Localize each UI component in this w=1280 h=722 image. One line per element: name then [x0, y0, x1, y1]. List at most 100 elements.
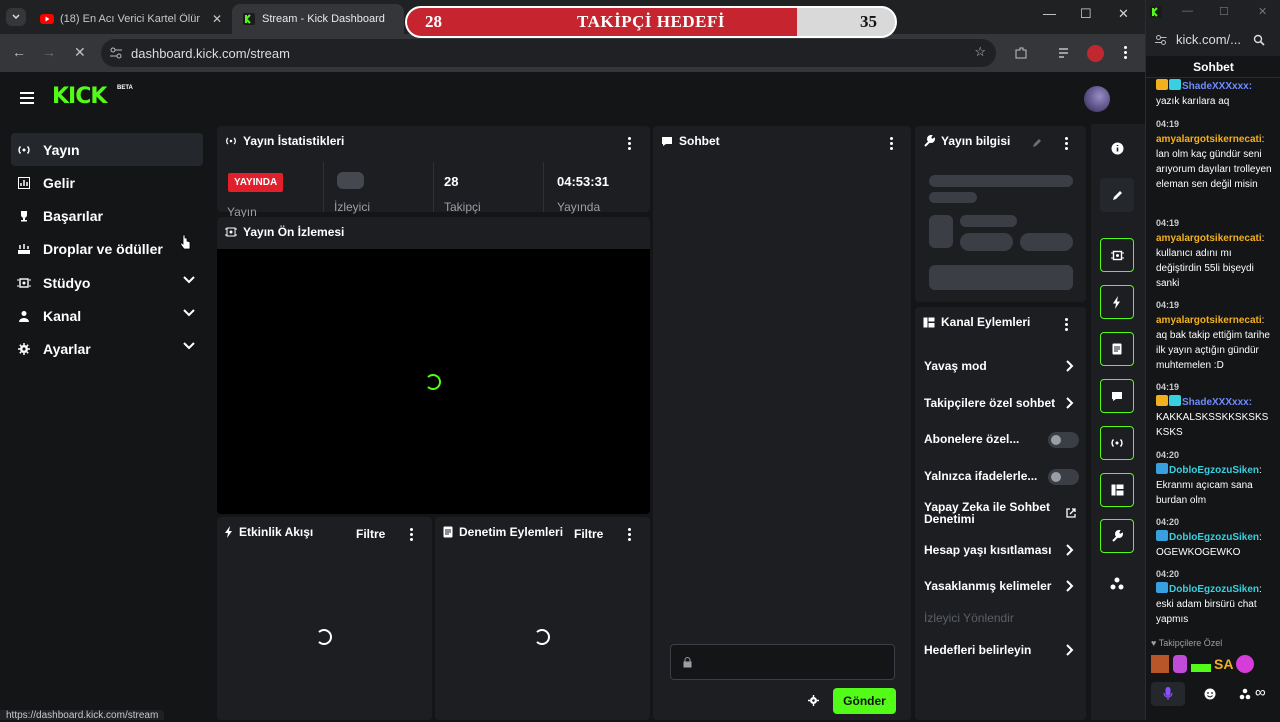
crown-badge-icon [1156, 395, 1168, 406]
emote-text[interactable]: SA [1214, 656, 1233, 672]
stream-info-toggle-button[interactable] [1100, 519, 1134, 553]
panel-title-text: Sohbet [679, 134, 720, 148]
tab-title: Stream - Kick Dashboard [262, 13, 385, 25]
stat-viewers: İzleyici [323, 162, 433, 214]
chevron-right-icon[interactable] [1066, 397, 1074, 409]
sidebar-item-yayin[interactable]: Yayın [11, 133, 203, 166]
stat-label: Yayında [557, 200, 601, 214]
channel-actions-toggle-button[interactable] [1100, 473, 1134, 507]
sidebar-item-droplar[interactable]: Droplar ve ödüller [11, 232, 203, 265]
chat-username[interactable]: amyalargotsikernecati [1156, 134, 1262, 145]
chat-username[interactable]: amyalargotsikernecati [1156, 315, 1262, 326]
close-window-icon[interactable]: ✕ [1258, 5, 1267, 18]
widgets-button[interactable] [1100, 566, 1134, 600]
emote-icon[interactable] [1191, 664, 1211, 672]
chat-username[interactable]: amyalargotsikernecati [1156, 233, 1262, 244]
sub-badge-icon [1156, 582, 1168, 593]
activity-filter-button[interactable]: Filtre [356, 527, 385, 541]
chat-username[interactable]: DobloEgzozuSiken [1169, 465, 1259, 476]
widgets-icon[interactable] [1239, 688, 1251, 700]
bookmark-star-icon[interactable]: ☆ [974, 44, 986, 60]
infinity-icon[interactable]: ∞ [1255, 684, 1266, 701]
emote-icon[interactable] [1151, 655, 1169, 673]
skeleton-line [929, 192, 977, 203]
zoom-icon[interactable] [1253, 34, 1265, 46]
menu-icon[interactable] [20, 92, 34, 107]
stats-toggle-button[interactable] [1100, 426, 1134, 460]
chat-settings-icon[interactable] [808, 695, 819, 706]
action-banned-words[interactable]: Yasaklanmış kelimeler [924, 580, 1051, 592]
chevron-down-icon[interactable] [183, 342, 195, 350]
activity-toggle-button[interactable] [1100, 285, 1134, 319]
action-ai-moderation[interactable]: Yapay Zeka ile Sohbet Denetimi [924, 501, 1060, 525]
sidebar-item-ayarlar[interactable]: Ayarlar [11, 332, 203, 365]
action-slow-mode[interactable]: Yavaş mod [924, 360, 987, 372]
send-button[interactable]: Gönder [833, 688, 896, 714]
emote-icon[interactable] [1236, 655, 1254, 673]
chevron-down-icon[interactable] [183, 276, 195, 284]
broadcast-icon [225, 136, 237, 146]
minimize-icon[interactable]: — [1182, 5, 1193, 17]
sidebar-item-gelir[interactable]: Gelir [11, 166, 203, 199]
preview-toggle-button[interactable] [1100, 238, 1134, 272]
chat-username[interactable]: DobloEgzozuSiken [1169, 532, 1259, 543]
maximize-icon[interactable]: ☐ [1219, 5, 1229, 18]
maximize-icon[interactable]: ☐ [1080, 6, 1092, 22]
chat-username[interactable]: DobloEgzozuSiken [1169, 584, 1259, 595]
chat-input[interactable] [670, 644, 895, 680]
chevron-right-icon[interactable] [1066, 580, 1074, 592]
more-options-icon[interactable] [410, 528, 413, 543]
chevron-right-icon[interactable] [1066, 360, 1074, 372]
panel-title: Denetim Eylemleri [443, 525, 563, 539]
back-icon[interactable]: ← [12, 44, 26, 60]
emoji-icon[interactable] [1204, 688, 1216, 700]
close-window-icon[interactable]: ✕ [1118, 6, 1129, 22]
moderation-toggle-button[interactable] [1100, 332, 1134, 366]
media-controls-icon[interactable] [1058, 46, 1072, 60]
browser-tab-youtube[interactable]: (18) En Acı Verici Kartel Ölümle ✕ [30, 4, 230, 34]
chevron-right-icon[interactable] [1066, 544, 1074, 556]
preview-icon [225, 226, 237, 238]
minimize-icon[interactable]: — [1043, 6, 1056, 21]
mic-button[interactable] [1151, 682, 1185, 706]
more-options-icon[interactable] [628, 137, 631, 152]
external-link-icon[interactable] [1066, 508, 1076, 518]
sidebar-item-kanal[interactable]: Kanal [11, 299, 203, 332]
action-account-age[interactable]: Hesap yaşı kısıtlaması [924, 544, 1051, 556]
close-icon[interactable]: ✕ [212, 12, 222, 26]
action-set-goals[interactable]: Hedefleri belirleyin [924, 644, 1031, 656]
subscribers-only-toggle[interactable] [1048, 432, 1079, 448]
stat-stream: Yayın [217, 162, 323, 219]
more-options-icon[interactable] [890, 137, 893, 152]
chat-toggle-button[interactable] [1100, 379, 1134, 413]
chat-username[interactable]: ShadeXXXxxx: [1182, 81, 1252, 92]
chat-username[interactable]: ShadeXXXxxx: [1182, 397, 1252, 408]
tab-search-button[interactable] [6, 8, 26, 26]
chevron-down-icon[interactable] [183, 309, 195, 317]
emotes-only-toggle[interactable] [1048, 469, 1079, 485]
action-followers-only[interactable]: Takipçilere özel sohbet [924, 397, 1055, 409]
emote-icon[interactable] [1173, 655, 1187, 673]
tab-title: (18) En Acı Verici Kartel Ölümle [60, 13, 200, 25]
more-options-icon[interactable] [1065, 318, 1068, 333]
sidebar-item-studyo[interactable]: Stüdyo [11, 266, 203, 299]
sidebar-item-basarilar[interactable]: Başarılar [11, 199, 203, 232]
chevron-right-icon[interactable] [1066, 644, 1074, 656]
more-options-icon[interactable] [628, 528, 631, 543]
edit-button[interactable] [1100, 178, 1134, 212]
stop-loading-icon[interactable]: ✕ [74, 44, 86, 61]
popout-url[interactable]: kick.com/... [1146, 26, 1280, 56]
moderation-filter-button[interactable]: Filtre [574, 527, 603, 541]
browser-menu-icon[interactable] [1124, 46, 1127, 61]
kick-logo[interactable]: KICK [52, 84, 107, 109]
info-button[interactable] [1100, 131, 1134, 165]
edit-pencil-icon[interactable] [1032, 138, 1042, 148]
browser-tab-kick[interactable]: Stream - Kick Dashboard [232, 4, 404, 34]
user-avatar[interactable] [1084, 86, 1110, 112]
forward-icon[interactable]: → [42, 44, 56, 60]
extensions-icon[interactable] [1014, 46, 1028, 60]
more-options-icon[interactable] [1065, 137, 1068, 152]
url-input[interactable]: dashboard.kick.com/stream ☆ [101, 39, 996, 67]
stat-label: Takipçi [444, 200, 481, 214]
profile-avatar[interactable] [1087, 45, 1104, 62]
